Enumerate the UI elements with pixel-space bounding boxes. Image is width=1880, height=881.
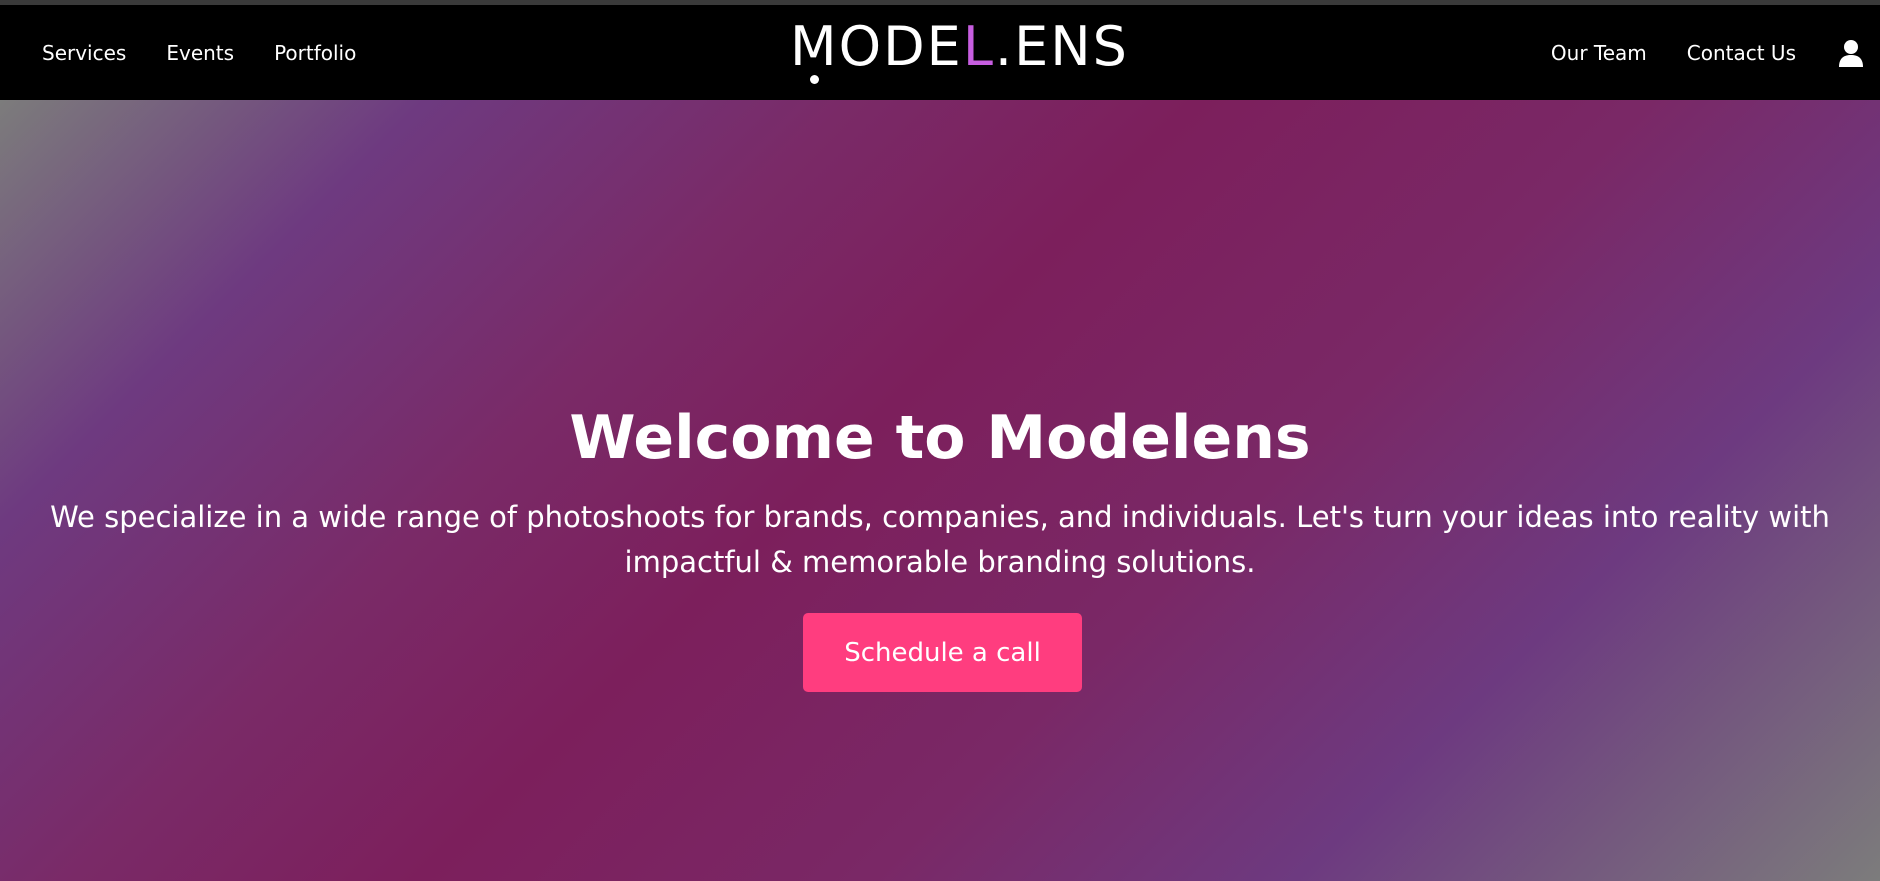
logo-accent-letter: L bbox=[962, 15, 995, 78]
logo-dot bbox=[810, 75, 820, 84]
logo-text-1: ODE bbox=[838, 15, 963, 78]
nav-link-events[interactable]: Events bbox=[166, 41, 234, 65]
user-icon[interactable] bbox=[1836, 36, 1866, 70]
nav-right: Our Team Contact Us bbox=[1551, 5, 1866, 100]
nav-link-contact-us[interactable]: Contact Us bbox=[1687, 41, 1796, 65]
page: Services Events Portfolio M ODE L .ENS Our … bbox=[0, 0, 1880, 881]
nav-link-portfolio[interactable]: Portfolio bbox=[274, 41, 356, 65]
navbar: Services Events Portfolio M ODE L .ENS Our … bbox=[0, 5, 1880, 100]
logo-text-2: .ENS bbox=[994, 15, 1129, 78]
nav-link-our-team[interactable]: Our Team bbox=[1551, 41, 1647, 65]
hero-subtitle: We specialize in a wide range of photosh… bbox=[50, 500, 1830, 579]
hero-section: Welcome to Modelens We specialize in a w… bbox=[0, 100, 1880, 881]
hero-title: Welcome to Modelens bbox=[569, 403, 1311, 473]
logo[interactable]: M ODE L .ENS bbox=[790, 17, 1129, 89]
user-icon-graphic bbox=[1839, 39, 1863, 67]
schedule-call-button[interactable]: Schedule a call bbox=[803, 613, 1082, 692]
logo-m: M bbox=[790, 17, 839, 84]
nav-left: Services Events Portfolio bbox=[42, 5, 356, 100]
nav-link-services[interactable]: Services bbox=[42, 41, 126, 65]
